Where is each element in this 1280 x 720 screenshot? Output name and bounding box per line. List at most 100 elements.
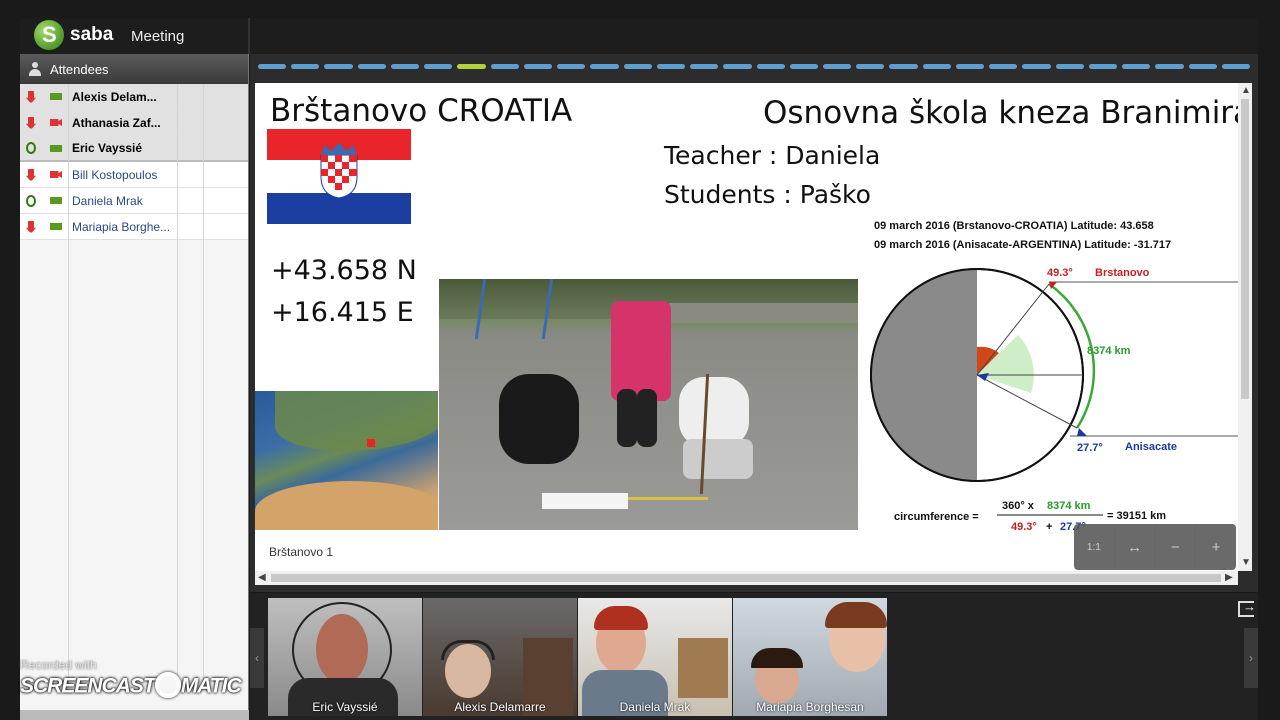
attendee-row[interactable]: Athanasia Zaf... <box>20 110 248 136</box>
video-participant-name: Eric Vayssié <box>312 700 378 714</box>
attendee-row[interactable]: Daniela Mrak <box>20 188 248 214</box>
slide-progress-segment[interactable] <box>989 64 1018 69</box>
camera-on-icon[interactable] <box>50 197 62 204</box>
slide-progress-segment[interactable] <box>856 64 885 69</box>
formula-numerator-km: 8374 km <box>1047 500 1091 512</box>
attendee-row[interactable]: Bill Kostopoulos <box>20 162 248 188</box>
attendee-row[interactable]: Alexis Delam... <box>20 84 248 110</box>
watermark-text-a: SCREENCAST <box>20 674 156 698</box>
slide-progress-segment[interactable] <box>1221 64 1251 69</box>
coordinate-east: +16.415 E <box>271 297 414 328</box>
slide-progress-segment[interactable] <box>623 64 652 69</box>
anisacate-label: Anisacate <box>1125 441 1177 453</box>
mic-active-icon[interactable] <box>26 194 36 207</box>
chevron-left-icon: ‹ <box>255 651 259 665</box>
mic-muted-icon[interactable] <box>26 168 36 181</box>
slide-progress-segment[interactable] <box>756 64 785 69</box>
formula-denominator-a: 49.3° <box>1011 521 1037 533</box>
slide-vertical-scrollbar[interactable]: ▲ ▼ <box>1238 83 1252 571</box>
scroll-right-icon[interactable]: ▶ <box>1225 572 1233 583</box>
header-divider <box>248 18 250 54</box>
zoom-in-button[interactable]: + <box>1196 524 1236 570</box>
video-tile[interactable]: Mariapia Borghesan <box>733 598 887 716</box>
attendee-name: Eric Vayssié <box>72 141 143 155</box>
scroll-up-icon[interactable]: ▲ <box>1241 85 1251 96</box>
attendee-name: Athanasia Zaf... <box>72 115 161 130</box>
slide-progress-segment[interactable] <box>1055 64 1084 69</box>
croatia-flag-icon <box>267 129 411 224</box>
mic-muted-icon[interactable] <box>26 90 36 103</box>
slide-progress-segment[interactable] <box>922 64 951 69</box>
slide-progress-segment[interactable] <box>789 64 818 69</box>
coordinate-north: +43.658 N <box>271 255 417 286</box>
camera-on-icon[interactable] <box>50 144 62 152</box>
slide-progress-segment[interactable] <box>1188 64 1217 69</box>
slide-progress-segment[interactable] <box>557 64 586 69</box>
camera-off-icon[interactable] <box>50 119 62 126</box>
scroll-down-icon[interactable]: ▼ <box>1241 557 1251 568</box>
distance-label: 8374 km <box>1087 345 1131 357</box>
video-tile[interactable]: Eric Vayssié <box>268 598 422 716</box>
slide-students: Students : Paško <box>664 180 871 209</box>
slide-progress-segment[interactable] <box>656 64 686 69</box>
video-tile[interactable]: Alexis Delamarre <box>423 598 577 716</box>
camera-on-icon[interactable] <box>50 223 62 230</box>
slide-progress-segment[interactable] <box>723 64 752 69</box>
slide-progress-segment[interactable] <box>955 64 985 69</box>
slide-progress-segment[interactable] <box>889 64 918 69</box>
fit-width-button[interactable]: ↔ <box>1115 524 1156 570</box>
exit-icon[interactable] <box>1238 599 1256 617</box>
slide-progress-segment[interactable] <box>457 64 486 69</box>
formula-numerator: 360° x <box>1002 500 1035 512</box>
slide-progress-segment[interactable] <box>1122 64 1151 69</box>
product-name: Meeting <box>131 28 185 45</box>
slide-title-left: Brštanovo CROATIA <box>270 93 573 129</box>
slide-teacher: Teacher : Daniela <box>664 141 881 170</box>
slide-progress-segment[interactable] <box>690 64 719 69</box>
slide-progress-bar[interactable] <box>258 62 1251 72</box>
slide-progress-segment[interactable] <box>1022 64 1051 69</box>
vertical-scroll-thumb[interactable] <box>1241 99 1249 399</box>
video-next-button[interactable]: › <box>1244 628 1258 688</box>
attendees-title: Attendees <box>50 61 109 77</box>
attendee-name: Bill Kostopoulos <box>72 167 158 182</box>
mic-active-icon[interactable] <box>26 142 36 154</box>
slide-progress-segment[interactable] <box>291 64 320 69</box>
attendee-name: Mariapia Borghe... <box>72 219 171 234</box>
mic-muted-icon[interactable] <box>26 116 36 129</box>
column-divider <box>177 84 178 684</box>
slide-horizontal-scrollbar[interactable]: ◀ ▶ <box>255 571 1238 585</box>
video-prev-button[interactable]: ‹ <box>250 628 264 688</box>
angle-bottom-label: 27.7° <box>1077 442 1103 454</box>
slide-progress-segment[interactable] <box>390 64 420 69</box>
watermark-logo: SCREENCAST MATIC <box>20 672 242 700</box>
horizontal-scroll-thumb[interactable] <box>271 574 1221 582</box>
attendee-row[interactable]: Mariapia Borghe... <box>20 214 248 240</box>
camera-on-icon[interactable] <box>50 93 62 100</box>
slide-progress-segment[interactable] <box>258 64 287 69</box>
circumference-label: circumference = <box>894 511 979 523</box>
slide-progress-segment[interactable] <box>523 64 553 69</box>
slide-progress-segment[interactable] <box>357 64 386 69</box>
attendees-footer-bar <box>20 710 249 720</box>
formula-plus: + <box>1046 521 1052 533</box>
attendee-row[interactable]: Eric Vayssié <box>20 136 248 162</box>
slide-progress-segment[interactable] <box>822 64 852 69</box>
zoom-out-button[interactable]: − <box>1156 524 1197 570</box>
slide-footer: Brštanovo 1 <box>269 545 334 559</box>
brand-name: saba <box>70 24 114 45</box>
slide-progress-segment[interactable] <box>1155 64 1184 69</box>
attendees-header[interactable]: Attendees <box>20 54 248 84</box>
slide-progress-segment[interactable] <box>1088 64 1118 69</box>
scroll-left-icon[interactable]: ◀ <box>258 572 266 583</box>
actual-size-button[interactable]: 1:1 <box>1074 524 1115 570</box>
mic-muted-icon[interactable] <box>26 220 36 233</box>
slide-progress-segment[interactable] <box>324 64 353 69</box>
slide-progress-segment[interactable] <box>590 64 619 69</box>
video-tile[interactable]: Daniela Mrak <box>578 598 732 716</box>
brstanovo-label: Brstanovo <box>1095 267 1150 279</box>
attendee-name: Daniela Mrak <box>72 193 143 208</box>
camera-off-icon[interactable] <box>50 171 62 178</box>
slide-progress-segment[interactable] <box>490 64 519 69</box>
slide-progress-segment[interactable] <box>424 64 453 69</box>
